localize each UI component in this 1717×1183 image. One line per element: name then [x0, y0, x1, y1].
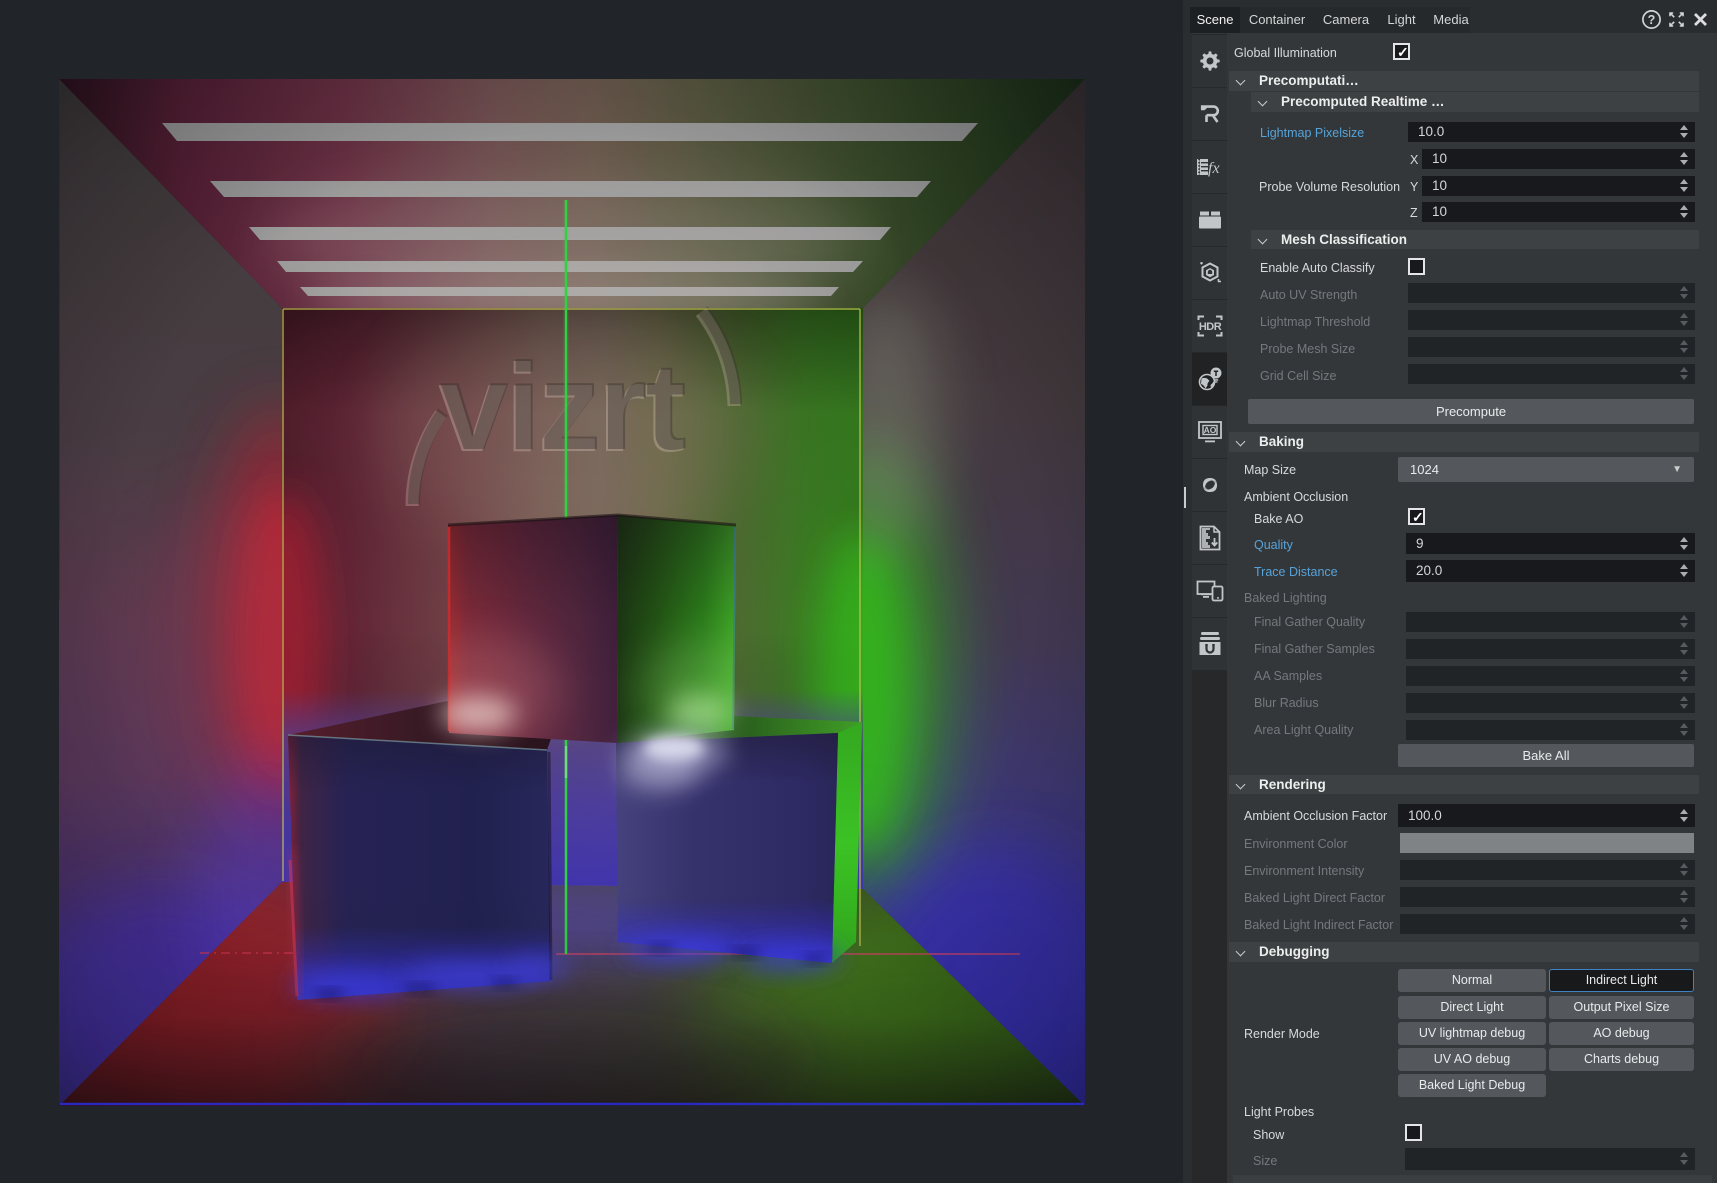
svg-text:HDR: HDR	[1198, 321, 1221, 333]
svg-text:fx: fx	[1208, 160, 1220, 177]
svg-text:?: ?	[1648, 13, 1656, 27]
svg-text:AO: AO	[1203, 425, 1216, 435]
